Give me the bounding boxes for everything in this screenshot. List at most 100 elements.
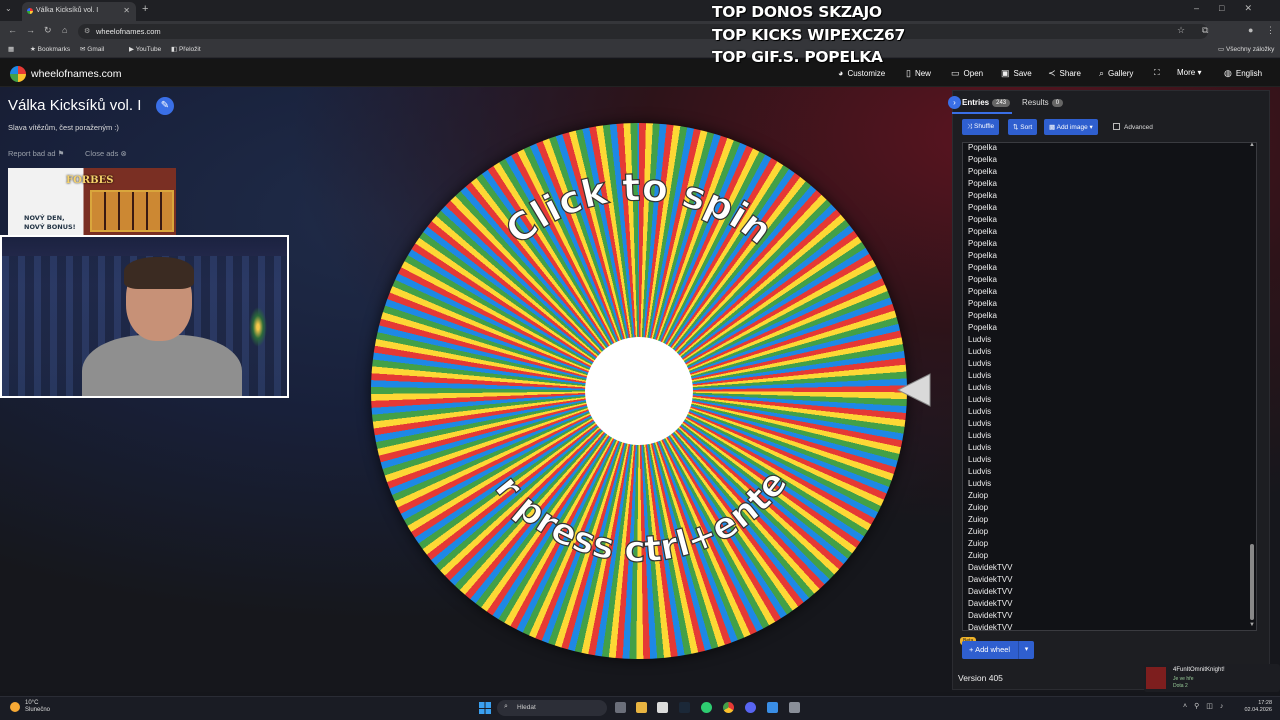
entry-line[interactable]: Zuiop [968, 502, 1012, 514]
customize-button[interactable]: ◕ Customize [838, 68, 885, 78]
add-image-button[interactable]: ▩ Add image ▾ [1044, 119, 1098, 135]
entry-line[interactable]: Ludvis [968, 454, 1012, 466]
entry-line[interactable]: Popelka [968, 226, 1012, 238]
more-button[interactable]: More ▾ [1177, 68, 1201, 77]
entries-scrollbar[interactable] [1250, 544, 1254, 620]
advanced-checkbox[interactable]: Advanced [1113, 123, 1153, 131]
close-tab-icon[interactable]: ✕ [123, 6, 130, 15]
collapse-panel-button[interactable]: › [948, 96, 961, 109]
entry-line[interactable]: Popelka [968, 322, 1012, 334]
wheel[interactable] [371, 123, 907, 659]
entries-textarea[interactable]: Popelka Popelka Popelka Popelka Popelka Popel… [962, 142, 1257, 631]
browser-tab[interactable]: Válka Kicksíků vol. I ✕ [22, 2, 136, 21]
tab-search-icon[interactable]: ⌄ [5, 4, 12, 13]
entry-line[interactable]: DavidekTVV [968, 562, 1012, 574]
entry-line[interactable]: Zuiop [968, 526, 1012, 538]
entry-line[interactable]: DavidekTVV [968, 574, 1012, 586]
report-ad-link[interactable]: Report bad ad ⚑ [8, 149, 64, 158]
bookmark-bookmarks[interactable]: ★ Bookmarks [30, 45, 70, 53]
shuffle-button[interactable]: ⤨ Shuffle [962, 119, 1000, 135]
bookmark-youtube[interactable]: ▶ YouTube [129, 45, 161, 53]
entry-line[interactable]: Ludvis [968, 430, 1012, 442]
gallery-button[interactable]: ⌕ Gallery [1099, 68, 1133, 79]
notes-icon[interactable] [767, 702, 778, 713]
entry-line[interactable]: Popelka [968, 238, 1012, 250]
bookmark-gmail[interactable]: ✉ Gmail [80, 45, 104, 53]
entry-line[interactable]: Popelka [968, 286, 1012, 298]
scroll-up-arrow[interactable]: ▲ [1249, 142, 1255, 148]
app-icon[interactable] [701, 702, 712, 713]
fullscreen-icon[interactable]: ⛶ [1154, 68, 1160, 78]
forward-icon[interactable]: → [26, 25, 35, 35]
apps-icon[interactable]: ▦ [8, 45, 14, 53]
save-button[interactable]: ▣ Save [1001, 68, 1032, 79]
bookmark-translate[interactable]: ◧ Přeložit [171, 45, 201, 53]
new-button[interactable]: ▯ New [906, 68, 931, 79]
entry-line[interactable]: Ludvis [968, 466, 1012, 478]
entry-line[interactable]: Ludvis [968, 334, 1012, 346]
entry-line[interactable]: Ludvis [968, 382, 1012, 394]
entry-line[interactable]: Zuiop [968, 538, 1012, 550]
profile-avatar[interactable]: ● [1248, 25, 1253, 35]
entry-line[interactable]: Ludvis [968, 358, 1012, 370]
edit-title-button[interactable]: ✎ [156, 97, 174, 115]
weather-widget[interactable]: 10°C Slunečno [10, 700, 50, 714]
taskbar-search[interactable]: ⌕ Hledat [497, 700, 607, 716]
advertisement[interactable]: FORBES NOVÝ DEN, NOVÝ BONUS! [8, 168, 176, 236]
reload-icon[interactable]: ↻ [44, 25, 52, 36]
language-button[interactable]: ◍ English [1224, 68, 1262, 79]
discord-icon[interactable] [745, 702, 756, 713]
entry-line[interactable]: DavidekTVV [968, 586, 1012, 598]
add-wheel-button[interactable]: + Add wheel ▾ [962, 641, 1034, 659]
open-button[interactable]: ▭ Open [951, 68, 983, 79]
checkbox-box[interactable] [1113, 123, 1120, 130]
entry-line[interactable]: Ludvis [968, 442, 1012, 454]
entry-line[interactable]: Popelka [968, 250, 1012, 262]
entry-line[interactable]: Popelka [968, 202, 1012, 214]
entry-line[interactable]: Popelka [968, 178, 1012, 190]
store-icon[interactable] [657, 702, 668, 713]
menu-icon[interactable]: ⋮ [1266, 25, 1275, 36]
entry-line[interactable]: Ludvis [968, 346, 1012, 358]
url-field[interactable]: ⚙ wheelofnames.com [78, 24, 1208, 39]
file-explorer-icon[interactable] [636, 702, 647, 713]
tab-results[interactable]: Results 0 [1022, 98, 1064, 107]
share-button[interactable]: ≺ Share [1048, 68, 1081, 79]
task-view-icon[interactable] [615, 702, 626, 713]
scroll-down-arrow[interactable]: ▼ [1249, 622, 1255, 628]
entry-line[interactable]: Popelka [968, 143, 1012, 154]
star-icon[interactable]: ☆ [1177, 25, 1185, 36]
new-tab-button[interactable]: + [142, 3, 148, 15]
entry-line[interactable]: Popelka [968, 154, 1012, 166]
back-icon[interactable]: ← [8, 25, 17, 35]
home-icon[interactable]: ⌂ [62, 25, 67, 35]
entry-line[interactable]: Popelka [968, 262, 1012, 274]
entry-line[interactable]: Ludvis [968, 418, 1012, 430]
entry-line[interactable]: Ludvis [968, 478, 1012, 490]
site-name[interactable]: wheelofnames.com [31, 68, 121, 80]
tab-entries[interactable]: Entries 243 [962, 98, 1011, 107]
entry-line[interactable]: Popelka [968, 298, 1012, 310]
add-wheel-dropdown[interactable]: ▾ [1018, 641, 1034, 659]
entry-line[interactable]: Ludvis [968, 394, 1012, 406]
entry-line[interactable]: Ludvis [968, 370, 1012, 382]
clock[interactable]: 17:28 02.04.2026 [1240, 700, 1272, 714]
entry-line[interactable]: Popelka [968, 214, 1012, 226]
close-ads-link[interactable]: Close ads ⊗ [85, 149, 127, 158]
wheel-center-hub[interactable] [585, 337, 693, 445]
site-info-icon[interactable]: ⚙ [84, 27, 90, 35]
wheel-logo-icon[interactable] [10, 66, 26, 82]
entry-line[interactable]: Zuiop [968, 514, 1012, 526]
window-controls[interactable]: –□✕ [1194, 3, 1272, 14]
steam-icon[interactable] [679, 702, 690, 713]
entry-line[interactable]: DavidekTVV [968, 610, 1012, 622]
entry-line[interactable]: Popelka [968, 190, 1012, 202]
chrome-icon[interactable] [723, 702, 734, 713]
entry-line[interactable]: DavidekTVV [968, 622, 1012, 630]
entry-line[interactable]: Zuiop [968, 490, 1012, 502]
entry-line[interactable]: Ludvis [968, 406, 1012, 418]
entry-line[interactable]: Zuiop [968, 550, 1012, 562]
entry-line[interactable]: Popelka [968, 166, 1012, 178]
entry-line[interactable]: DavidekTVV [968, 598, 1012, 610]
game-notification[interactable]: 4FunItOmnitKnight! Je ve hře Dota 2 [1144, 664, 1280, 692]
